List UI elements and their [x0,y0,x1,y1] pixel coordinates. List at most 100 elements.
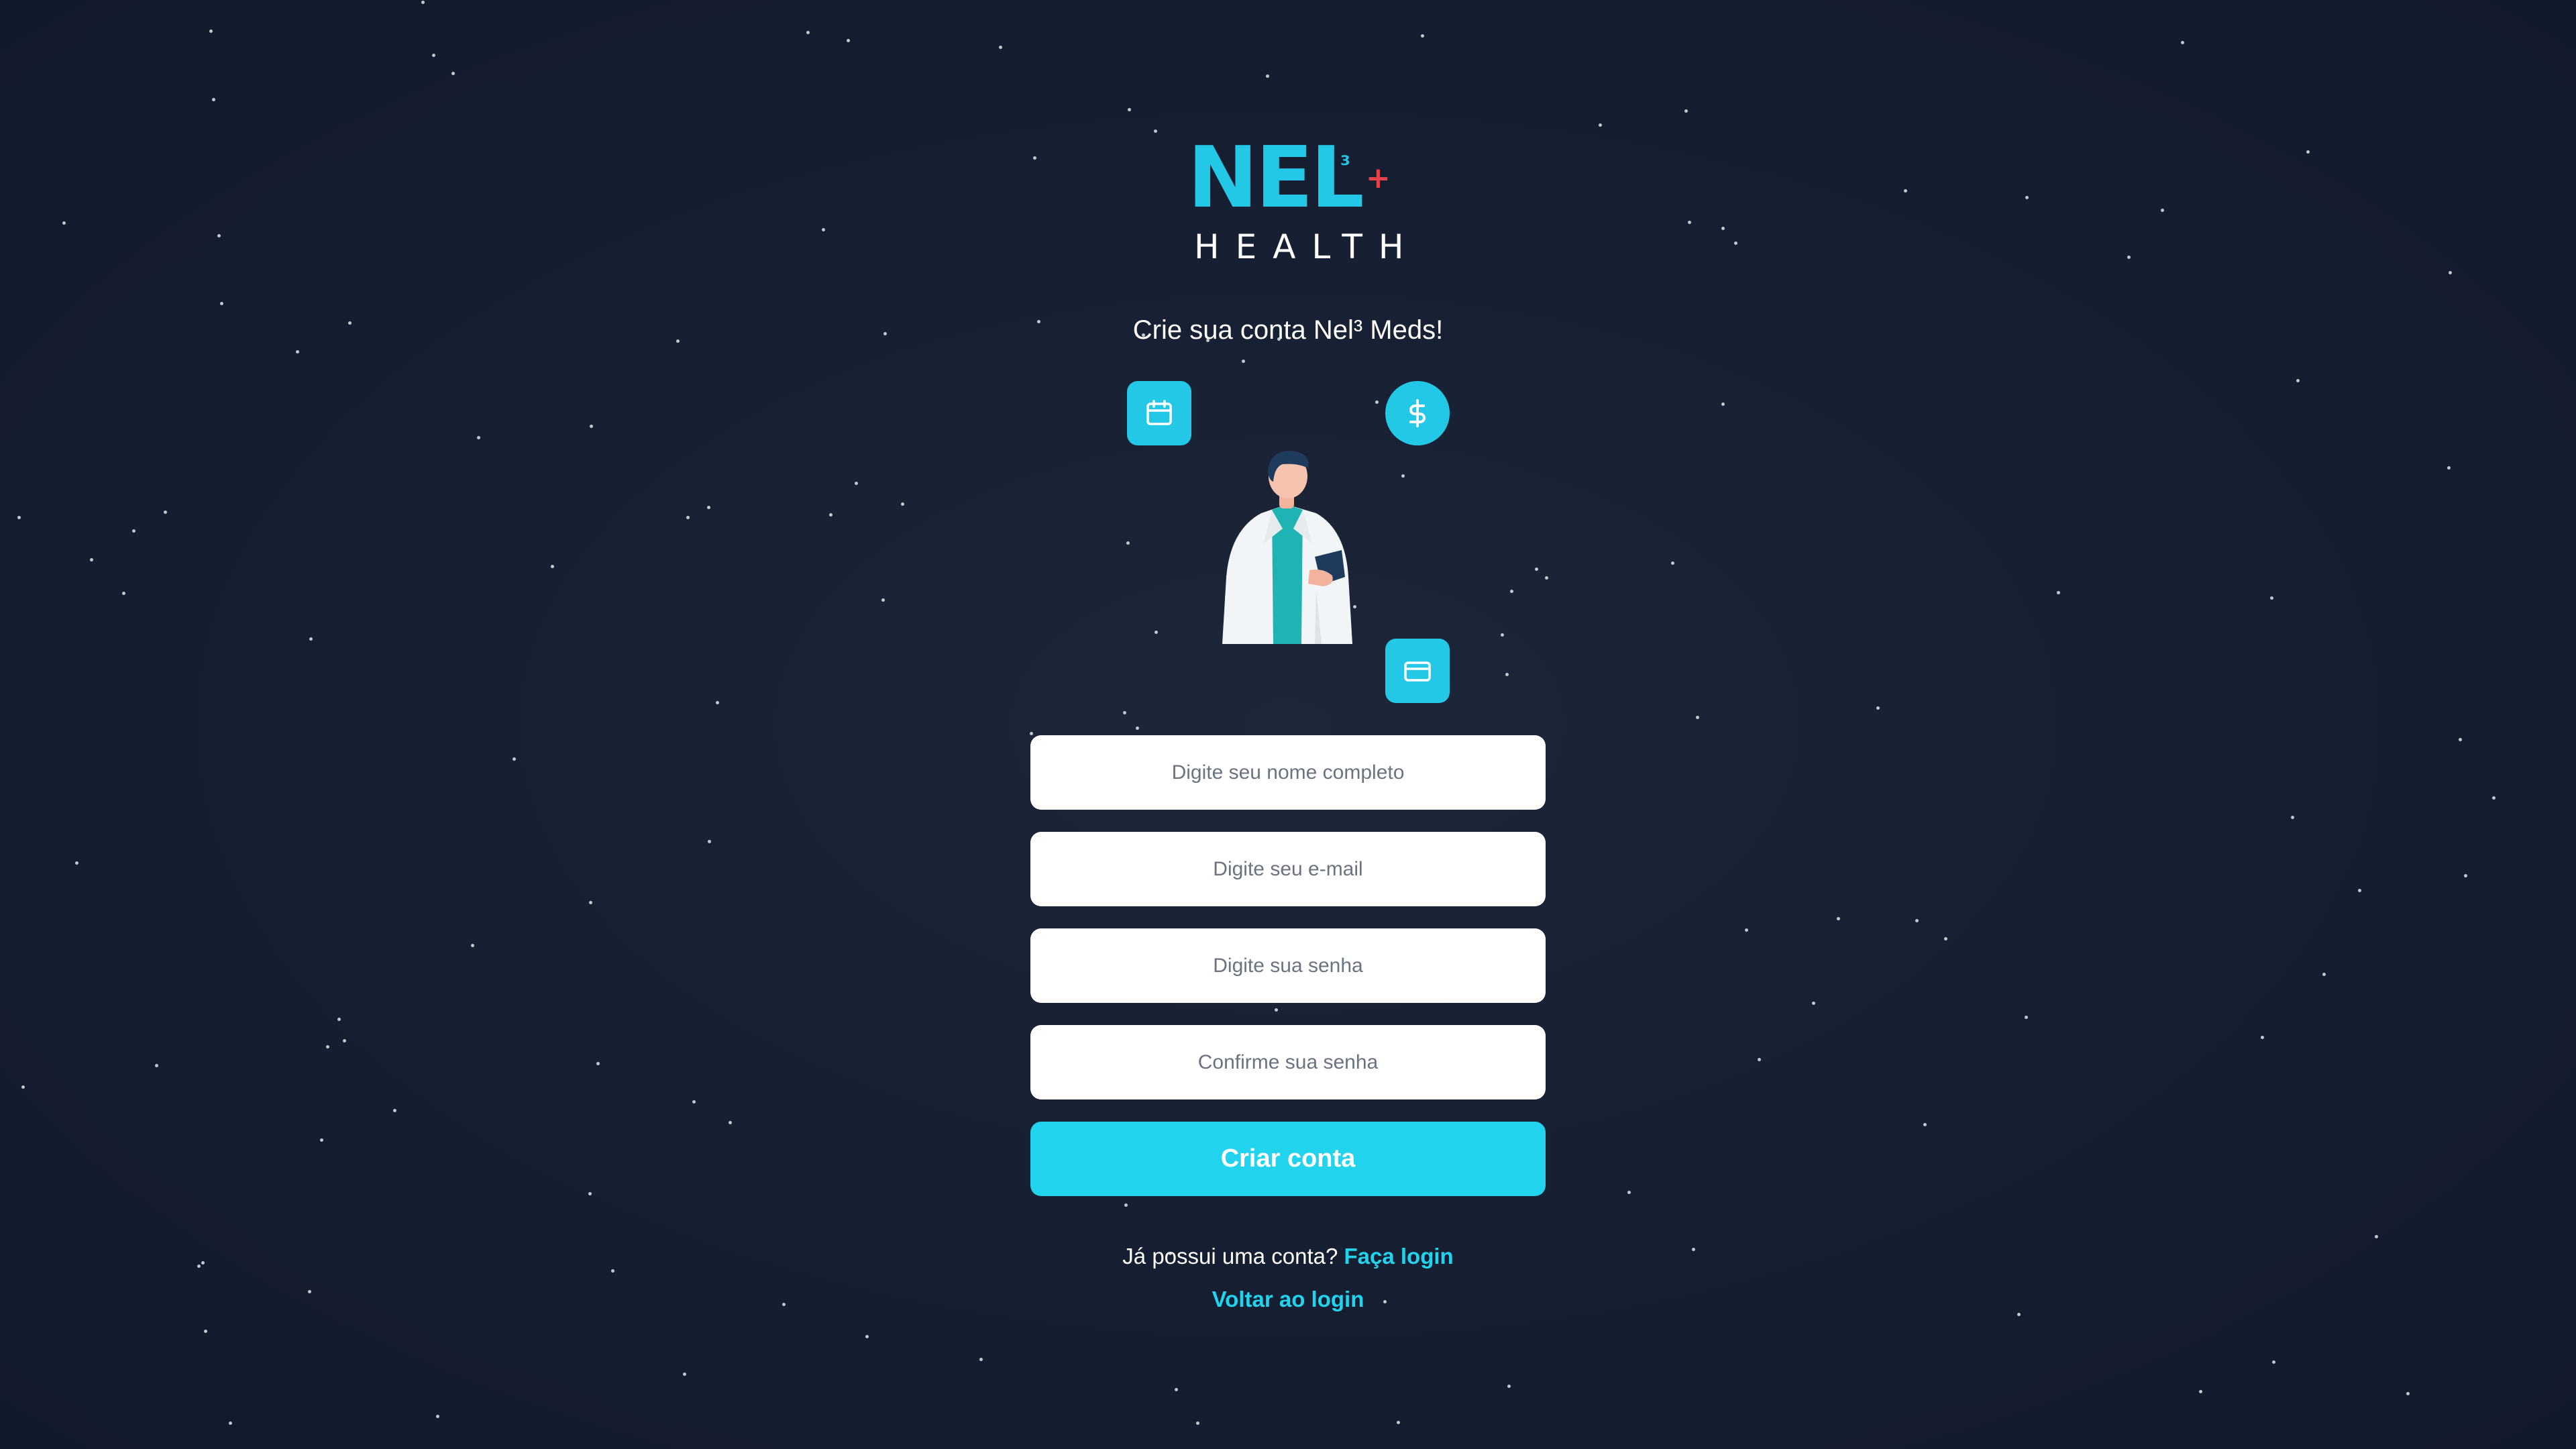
star-dot [676,339,680,343]
star-dot [1692,1248,1695,1251]
star-dot [847,39,850,42]
dollar-icon [1385,381,1450,445]
star-dot [155,1064,158,1067]
star-dot [611,1269,614,1273]
star-dot [1734,241,1737,245]
star-dot [308,1290,311,1293]
star-dot [2272,1360,2275,1364]
page-subtitle: Crie sua conta Nel³ Meds! [1132,315,1444,345]
star-dot [806,31,810,34]
star-dot [337,1018,341,1021]
star-dot [2025,1016,2028,1019]
star-dot [1136,727,1139,730]
doctor-figure [1222,451,1352,644]
star-dot [1124,1203,1128,1207]
star-dot [436,1415,439,1418]
logo-wordmark: NEL [1187,128,1364,227]
star-dot [320,1138,323,1142]
star-dot [432,54,435,57]
confirm-password-input[interactable] [1030,1025,1546,1099]
star-dot [2017,1313,2021,1316]
star-dot [2291,816,2294,819]
star-dot [296,350,299,354]
star-dot [2057,591,2060,594]
star-dot [2447,466,2451,470]
create-account-button[interactable]: Criar conta [1030,1122,1546,1196]
star-dot [1812,1002,1815,1005]
star-dot [513,757,516,761]
logo-plus-icon: + [1366,161,1391,195]
star-dot [1721,402,1725,406]
star-dot [393,1109,396,1112]
star-dot [1876,706,1880,710]
star-dot [729,1121,732,1124]
star-dot [551,565,554,568]
star-dot [1397,1421,1400,1424]
star-dot [1501,633,1504,637]
login-link[interactable]: Faça login [1344,1244,1454,1269]
star-dot [217,234,221,237]
email-input[interactable] [1030,832,1546,906]
star-dot [220,302,223,305]
credit-card-icon [1385,639,1450,703]
star-dot [865,1335,869,1338]
star-dot [2406,1392,2410,1395]
star-dot [1688,221,1691,224]
star-dot [2449,271,2452,274]
star-dot [477,436,480,439]
star-dot [2375,1235,2378,1238]
star-dot [2127,256,2131,259]
star-dot [2199,1390,2202,1393]
star-dot [2492,796,2496,800]
star-dot [1684,109,1688,113]
star-dot [1196,1421,1199,1425]
star-dot [122,592,125,595]
star-dot [1671,561,1674,565]
star-dot [1033,156,1036,160]
star-dot [1505,673,1509,676]
doctor-illustration [1120,376,1469,711]
star-dot [421,1,425,4]
star-dot [1745,928,1748,932]
star-dot [164,511,167,514]
star-dot [201,1261,205,1265]
star-dot [1599,123,1602,127]
star-dot [1837,917,1840,920]
star-dot [1123,711,1126,714]
star-dot [2025,196,2029,199]
star-dot [883,332,887,335]
star-dot [1696,716,1699,719]
star-dot [1758,1058,1761,1061]
star-dot [212,98,215,101]
star-dot [209,30,213,33]
logo-tagline: HEALTH [1194,227,1420,266]
star-dot [588,1192,592,1195]
star-dot [1944,937,1947,941]
star-dot [343,1039,346,1042]
star-dot [21,1085,25,1089]
back-to-login-link[interactable]: Voltar ao login [1212,1287,1364,1311]
star-dot [855,482,858,485]
star-dot [309,637,313,641]
star-dot [2358,889,2361,892]
star-dot [451,72,455,75]
star-dot [590,425,593,428]
star-dot [829,513,833,517]
star-dot [683,1373,686,1376]
star-dot [822,228,825,231]
star-dot [1545,576,1548,580]
star-dot [2464,874,2467,877]
star-dot [1175,1388,1178,1391]
full-name-input[interactable] [1030,735,1546,810]
star-dot [471,944,474,947]
logo-superscript: ³ [1340,152,1350,178]
star-dot [2459,738,2462,741]
star-dot [881,598,885,602]
password-input[interactable] [1030,928,1546,1003]
star-dot [1904,189,1907,193]
star-dot [999,46,1002,49]
star-dot [589,901,592,904]
star-dot [2270,596,2273,600]
star-dot [1915,919,1919,922]
star-dot [17,516,21,519]
